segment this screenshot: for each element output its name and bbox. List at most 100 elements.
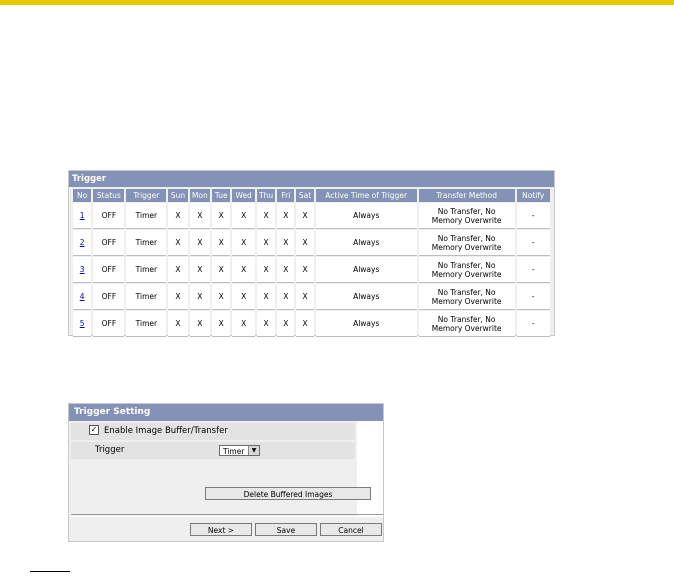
button-bar: Next > Save Cancel <box>69 517 383 541</box>
notify-cell: - <box>516 257 550 283</box>
trigger-select-value: Timer <box>223 447 245 456</box>
transfer-method-cell: No Transfer, No Memory Overwrite <box>418 284 515 310</box>
thu-cell: X <box>256 257 276 283</box>
sun-cell: X <box>168 311 188 337</box>
delete-buffered-images-button[interactable]: Delete Buffered Images <box>205 487 371 500</box>
header-active-time: Active Time of Trigger <box>315 189 417 202</box>
tue-cell: X <box>212 203 231 229</box>
thu-cell: X <box>256 230 276 256</box>
enable-checkbox[interactable]: ✓ <box>89 424 99 435</box>
trigger-link-3[interactable]: 3 <box>80 265 85 274</box>
tue-cell: X <box>212 311 231 337</box>
wed-cell: X <box>232 311 255 337</box>
wed-cell: X <box>232 257 255 283</box>
mon-cell: X <box>189 284 211 310</box>
notify-cell: - <box>516 203 550 229</box>
sat-cell: X <box>296 257 314 283</box>
header-transfer-method: Transfer Method <box>418 189 515 202</box>
wed-cell: X <box>232 230 255 256</box>
status-cell: OFF <box>93 230 125 256</box>
enable-label: Enable Image Buffer/Transfer <box>104 426 228 436</box>
active-time-cell: Always <box>315 284 417 310</box>
header-tue: Tue <box>212 189 231 202</box>
trigger-list-title: Trigger <box>69 171 554 187</box>
trigger-link-2[interactable]: 2 <box>80 238 85 247</box>
mon-cell: X <box>189 311 211 337</box>
status-cell: OFF <box>93 203 125 229</box>
transfer-method-cell: No Transfer, No Memory Overwrite <box>418 311 515 337</box>
transfer-method-cell: No Transfer, No Memory Overwrite <box>418 230 515 256</box>
enable-row: ✓ Enable Image Buffer/Transfer <box>71 423 355 440</box>
trigger-setting-body: ✓ Enable Image Buffer/Transfer Trigger Ti… <box>69 421 371 516</box>
status-cell: OFF <box>93 311 125 337</box>
sun-cell: X <box>168 230 188 256</box>
wed-cell: X <box>232 284 255 310</box>
header-sat: Sat <box>296 189 314 202</box>
sun-cell: X <box>168 203 188 229</box>
header-thu: Thu <box>256 189 276 202</box>
tue-cell: X <box>212 284 231 310</box>
notify-cell: - <box>516 230 550 256</box>
header-trigger: Trigger <box>126 189 167 202</box>
active-time-cell: Always <box>315 257 417 283</box>
cancel-button[interactable]: Cancel <box>320 523 382 536</box>
fri-cell: X <box>277 203 295 229</box>
trigger-select[interactable]: Timer ▼ <box>219 445 260 456</box>
wed-cell: X <box>232 203 255 229</box>
fri-cell: X <box>277 284 295 310</box>
tue-cell: X <box>212 230 231 256</box>
thu-cell: X <box>256 284 276 310</box>
table-row: 2 OFF Timer X X X X X X X Always No Tran… <box>73 230 550 256</box>
header-sun: Sun <box>168 189 188 202</box>
mon-cell: X <box>189 257 211 283</box>
transfer-line-2: Memory Overwrite <box>431 323 502 333</box>
mon-cell: X <box>189 203 211 229</box>
sat-cell: X <box>296 230 314 256</box>
status-cell: OFF <box>93 284 125 310</box>
table-row: 3 OFF Timer X X X X X X X Always No Tran… <box>73 257 550 283</box>
transfer-line-2: Memory Overwrite <box>431 269 502 279</box>
trigger-cell: Timer <box>126 230 167 256</box>
fri-cell: X <box>277 230 295 256</box>
transfer-method-cell: No Transfer, No Memory Overwrite <box>418 203 515 229</box>
transfer-line-2: Memory Overwrite <box>431 296 502 306</box>
sat-cell: X <box>296 311 314 337</box>
trigger-table-header: No Status Trigger Sun Mon Tue Wed Thu Fr… <box>73 189 550 202</box>
next-button[interactable]: Next > <box>190 523 252 536</box>
notify-cell: - <box>516 284 550 310</box>
header-no: No <box>73 189 92 202</box>
sun-cell: X <box>168 257 188 283</box>
transfer-line-2: Memory Overwrite <box>431 215 502 225</box>
save-button[interactable]: Save <box>255 523 317 536</box>
active-time-cell: Always <box>315 230 417 256</box>
notify-cell: - <box>516 311 550 337</box>
header-status: Status <box>93 189 125 202</box>
trigger-row: Trigger Timer ▼ <box>71 442 355 459</box>
trigger-cell: Timer <box>126 203 167 229</box>
sat-cell: X <box>296 284 314 310</box>
trigger-link-5[interactable]: 5 <box>80 319 85 328</box>
header-mon: Mon <box>189 189 211 202</box>
trigger-table: No Status Trigger Sun Mon Tue Wed Thu Fr… <box>71 188 552 338</box>
trigger-cell: Timer <box>126 311 167 337</box>
transfer-line-1: No Transfer, No <box>437 260 496 270</box>
active-time-cell: Always <box>315 203 417 229</box>
trigger-setting-panel: Trigger Setting ✓ Enable Image Buffer/Tra… <box>68 403 384 542</box>
trigger-label: Trigger <box>95 445 125 455</box>
trigger-list-panel: Trigger No Status Trigger Sun Mon Tue We… <box>68 170 555 338</box>
trigger-link-1[interactable]: 1 <box>80 211 85 220</box>
thu-cell: X <box>256 203 276 229</box>
fri-cell: X <box>277 257 295 283</box>
underline-mark <box>30 571 70 572</box>
trigger-link-4[interactable]: 4 <box>80 292 85 301</box>
fri-cell: X <box>277 311 295 337</box>
chevron-down-icon: ▼ <box>248 446 259 455</box>
tue-cell: X <box>212 257 231 283</box>
sun-cell: X <box>168 284 188 310</box>
header-wed: Wed <box>232 189 255 202</box>
table-row: 5 OFF Timer X X X X X X X Always No Tran… <box>73 311 550 337</box>
header-fri: Fri <box>277 189 295 202</box>
transfer-line-1: No Transfer, No <box>437 233 496 243</box>
divider <box>71 514 383 515</box>
top-accent-bar <box>0 0 674 5</box>
